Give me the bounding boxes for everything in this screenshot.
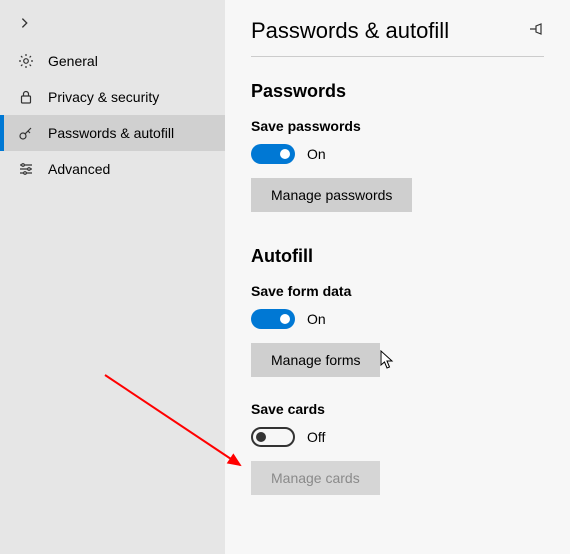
sidebar: General Privacy & security Passwords & a… (0, 0, 225, 554)
save-cards-toggle[interactable] (251, 427, 295, 447)
manage-cards-button: Manage cards (251, 461, 380, 495)
sidebar-item-advanced[interactable]: Advanced (0, 151, 225, 187)
save-cards-label: Save cards (251, 401, 544, 417)
toggle-state-label: Off (307, 429, 325, 445)
sidebar-item-label: Advanced (48, 161, 110, 177)
key-icon (18, 125, 34, 141)
main-panel: Passwords & autofill Passwords Save pass… (225, 0, 570, 554)
save-passwords-toggle[interactable] (251, 144, 295, 164)
header: Passwords & autofill (251, 18, 544, 57)
sidebar-item-label: Privacy & security (48, 89, 159, 105)
sidebar-item-privacy[interactable]: Privacy & security (0, 79, 225, 115)
toggle-state-label: On (307, 146, 326, 162)
sidebar-item-label: Passwords & autofill (48, 125, 174, 141)
manage-forms-button[interactable]: Manage forms (251, 343, 380, 377)
gear-icon (18, 53, 34, 69)
manage-passwords-button[interactable]: Manage passwords (251, 178, 412, 212)
save-form-data-toggle[interactable] (251, 309, 295, 329)
page-title: Passwords & autofill (251, 18, 449, 44)
section-title-passwords: Passwords (251, 81, 544, 102)
sidebar-item-general[interactable]: General (0, 43, 225, 79)
section-title-autofill: Autofill (251, 246, 544, 267)
save-passwords-label: Save passwords (251, 118, 544, 134)
sidebar-item-label: General (48, 53, 98, 69)
chevron-right-icon[interactable] (0, 8, 225, 43)
lock-icon (18, 89, 34, 105)
sidebar-item-passwords-autofill[interactable]: Passwords & autofill (0, 115, 225, 151)
save-form-data-label: Save form data (251, 283, 544, 299)
sliders-icon (18, 161, 34, 177)
toggle-state-label: On (307, 311, 326, 327)
pin-icon[interactable] (528, 21, 544, 42)
